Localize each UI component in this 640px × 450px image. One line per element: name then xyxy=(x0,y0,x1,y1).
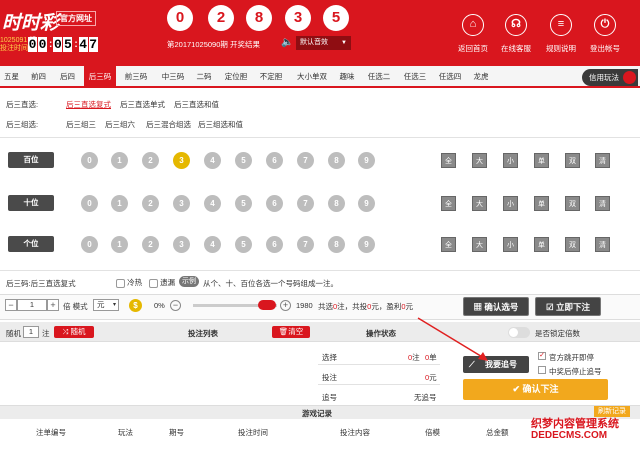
arrow-head xyxy=(478,352,488,361)
annotation-arrow xyxy=(417,317,488,361)
arrow-line xyxy=(417,317,485,359)
